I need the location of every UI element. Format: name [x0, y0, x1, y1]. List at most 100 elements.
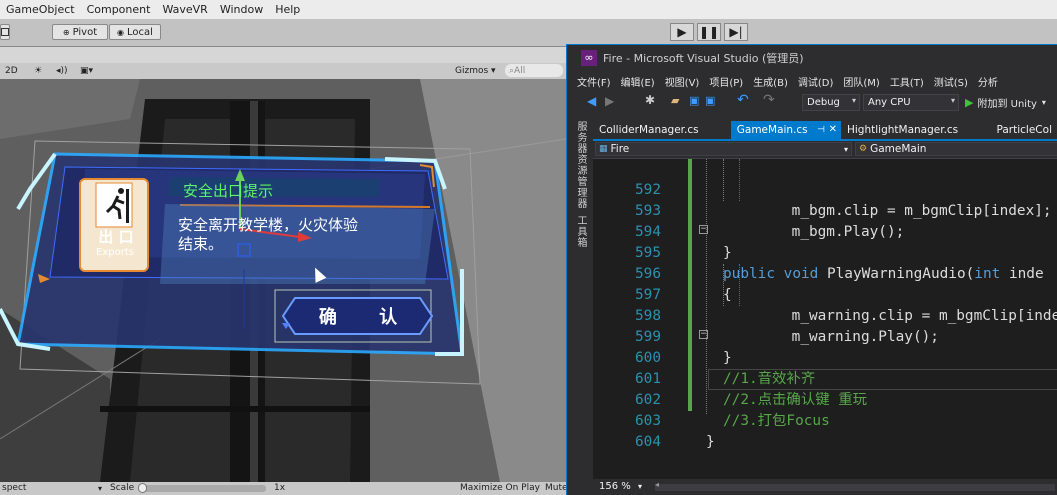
rect-tool-button[interactable] — [0, 24, 10, 40]
tab-collidermanager[interactable]: ColliderManager.cs — [593, 121, 731, 139]
line-number: 604 — [635, 434, 661, 450]
code-line: 603 } — [593, 390, 1057, 450]
attach-unity-label: 附加到 Unity — [977, 99, 1037, 110]
menu-wavevr[interactable]: WaveVR — [156, 3, 213, 16]
forward-icon[interactable]: ▶ — [605, 94, 614, 108]
lighting-icon[interactable]: ☀ — [34, 64, 42, 77]
vs-side-panel: 服务器资源管理器 工具箱 — [567, 115, 593, 495]
save-icon[interactable]: ▣ — [689, 94, 699, 107]
vs-menu-debug[interactable]: 调试(D) — [788, 74, 834, 89]
vs-menu-project[interactable]: 项目(P) — [699, 74, 743, 89]
pivot-toggle[interactable]: ⊕ Pivot — [52, 24, 108, 40]
scene-search-input[interactable]: ⌕ All — [505, 64, 563, 77]
code-text: } — [706, 434, 715, 450]
platform-dropdown[interactable]: Any CPU ▾ — [863, 94, 959, 111]
mode-2d-toggle[interactable]: 2D — [5, 64, 18, 77]
scroll-left-icon[interactable]: ◂ — [655, 480, 659, 489]
new-project-icon[interactable]: ✱ — [645, 93, 655, 107]
chevron-down-icon: ▾ — [851, 96, 856, 105]
code-line: 594 } — [593, 201, 1057, 261]
undo-icon[interactable]: ↶ — [737, 92, 749, 108]
visual-studio-window: ∞ Fire - Microsoft Visual Studio (管理员) 文… — [566, 44, 1057, 495]
back-icon[interactable]: ◀ — [587, 94, 596, 108]
server-explorer-tab[interactable]: 服务器资源管理器 — [573, 121, 588, 209]
pin-icon[interactable]: ⊣ — [817, 121, 825, 139]
gizmos-dropdown[interactable]: Gizmos ▾ — [455, 64, 496, 77]
popup-message-line1: 安全离开教学楼，火灾体验 — [178, 216, 359, 234]
open-file-icon[interactable]: ▰ — [671, 94, 679, 107]
popup-message-line2: 结束。 — [178, 235, 224, 253]
code-line: 598 m_warning.Play(); — [593, 285, 1057, 345]
pivot-icon: ⊕ — [62, 27, 70, 37]
zoom-dropdown[interactable]: 156 % ▾ — [599, 481, 642, 492]
step-button[interactable]: ▶| — [724, 23, 748, 41]
aspect-dropdown-arrow-icon[interactable]: ▾ — [98, 482, 102, 495]
tab-label: ColliderManager.cs — [599, 124, 699, 136]
code-editor: ▦ Fire ▾ ⚙ GameMain − − 592 m_bgm.clip = — [593, 139, 1057, 479]
pause-button[interactable]: ❚❚ — [697, 23, 721, 41]
vs-menu-analyze[interactable]: 分析 — [968, 74, 998, 89]
vs-document-tabs: ColliderManager.cs GameMain.cs ⊣ ✕ Hight… — [593, 121, 1057, 139]
scale-slider[interactable] — [138, 485, 266, 492]
effects-icon[interactable]: ▣▾ — [80, 64, 93, 77]
unity-bottombar: spect ▾ Scale 1x Maximize On Play Mute — [0, 482, 568, 495]
local-icon: ◉ — [117, 27, 125, 37]
step-icon: ▶| — [729, 25, 743, 39]
project-dropdown-value: Fire — [610, 143, 630, 155]
code-line: 599 } — [593, 306, 1057, 366]
vs-window-title: Fire - Microsoft Visual Studio (管理员) — [603, 52, 804, 65]
menu-help[interactable]: Help — [269, 3, 306, 16]
gizmos-label: Gizmos — [455, 65, 489, 76]
rect-tool-icon — [1, 28, 9, 36]
vs-menu-tools[interactable]: 工具(T) — [880, 74, 924, 89]
tab-particlecol[interactable]: ParticleCol — [991, 121, 1057, 139]
pivot-label: Pivot — [72, 26, 98, 38]
tab-hightlightmanager[interactable]: HightlightManager.cs — [841, 121, 991, 139]
code-area[interactable]: − − 592 m_bgm.clip = m_bgmClip[index]; 5… — [593, 159, 1057, 479]
play-icon: ▶ — [965, 96, 974, 109]
project-dropdown[interactable]: ▦ Fire ▾ — [595, 142, 852, 156]
vs-menu-test[interactable]: 测试(S) — [924, 74, 968, 89]
code-line: 604 — [593, 411, 1057, 450]
popup-title: 安全出口提示 — [183, 182, 274, 200]
solution-config-dropdown[interactable]: Debug ▾ — [802, 94, 860, 111]
chevron-down-icon: ▾ — [1041, 98, 1046, 107]
confirm-button[interactable]: 确 认 — [296, 299, 420, 333]
play-icon: ▶ — [677, 25, 687, 39]
menu-window[interactable]: Window — [214, 3, 269, 16]
scene-geometry — [0, 79, 566, 482]
code-line: 596 { — [593, 243, 1057, 303]
vs-toolbar: ◀ ▶ ✱ ▰ ▣ ▣ ↶ ↷ Debug ▾ Any CPU ▾ ▶ 附加到 Un… — [567, 91, 1057, 113]
pause-icon: ❚❚ — [698, 25, 720, 39]
scene-toolbar: 2D ☀ ◂)) ▣▾ Gizmos ▾ ⌕ All — [0, 63, 566, 80]
horizontal-scrollbar[interactable] — [655, 484, 1055, 491]
menu-component[interactable]: Component — [81, 3, 157, 16]
local-toggle[interactable]: ◉ Local — [109, 24, 161, 40]
scale-value: 1x — [274, 483, 286, 493]
redo-icon[interactable]: ↷ — [763, 92, 775, 108]
confirm-label: 确 认 — [318, 307, 416, 328]
maximize-on-play-toggle[interactable]: Maximize On Play — [460, 482, 540, 495]
tab-gamemain[interactable]: GameMain.cs ⊣ ✕ — [730, 121, 841, 139]
vs-menubar: 文件(F) 编辑(E) 视图(V) 项目(P) 生成(B) 调试(D) 团队(M… — [567, 71, 1057, 91]
play-button[interactable]: ▶ — [670, 23, 694, 41]
code-line: 592 m_bgm.clip = m_bgmClip[index]; — [593, 159, 1057, 219]
exit-sign-label: 出 口 — [98, 228, 134, 246]
vs-menu-file[interactable]: 文件(F) — [567, 74, 611, 89]
close-icon[interactable]: ✕ — [829, 121, 837, 139]
audio-icon[interactable]: ◂)) — [56, 64, 68, 77]
toolbox-tab[interactable]: 工具箱 — [573, 215, 588, 248]
attach-unity-button[interactable]: ▶ 附加到 Unity ▾ — [965, 95, 1046, 110]
mute-toggle[interactable]: Mute — [545, 482, 568, 495]
search-placeholder: All — [514, 65, 526, 76]
save-all-icon[interactable]: ▣ — [705, 94, 715, 107]
vs-menu-view[interactable]: 视图(V) — [655, 74, 700, 89]
scene-view[interactable]: 出 口 Exports 安全出口提示 安全离开教学楼，火灾体验 结束。 确 认 — [0, 79, 566, 482]
vs-menu-team[interactable]: 团队(M) — [833, 74, 879, 89]
scale-slider-handle[interactable] — [138, 483, 147, 493]
vs-menu-build[interactable]: 生成(B) — [743, 74, 788, 89]
chevron-down-icon: ▾ — [950, 96, 955, 105]
menu-gameobject[interactable]: GameObject — [0, 3, 81, 16]
member-dropdown[interactable]: ⚙ GameMain — [855, 142, 1057, 156]
vs-menu-edit[interactable]: 编辑(E) — [611, 74, 655, 89]
